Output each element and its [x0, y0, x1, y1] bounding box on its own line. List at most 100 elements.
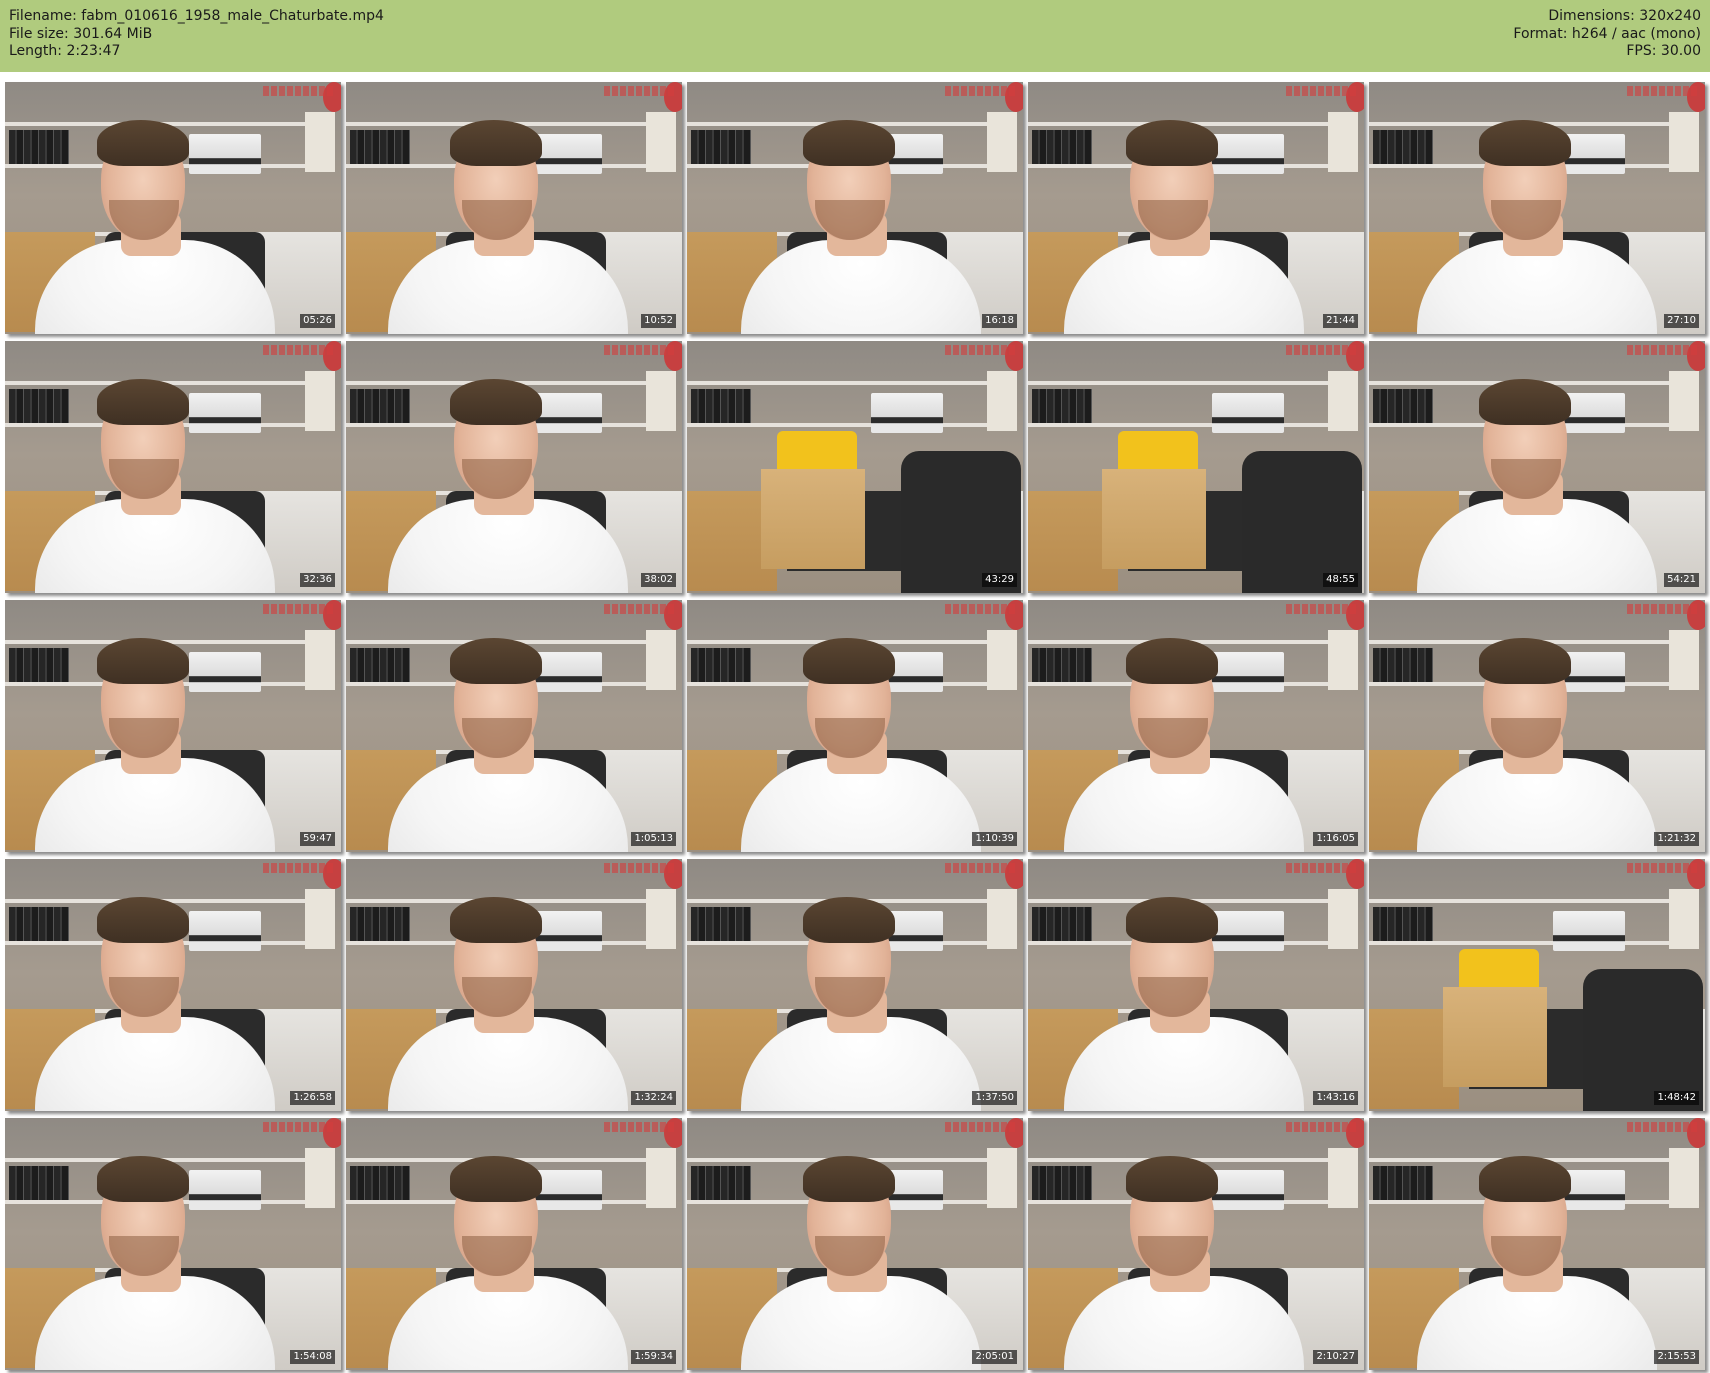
video-thumbnail: 1:16:05 — [1028, 600, 1364, 852]
person-hair — [803, 120, 895, 166]
person-figure — [699, 600, 1023, 852]
video-thumbnail: 2:15:53 — [1369, 1118, 1705, 1370]
timestamp-label: 16:18 — [982, 314, 1017, 328]
format-text: Format: h264 / aac (mono) — [1513, 25, 1701, 42]
person-figure — [1375, 1118, 1705, 1370]
timestamp-label: 1:10:39 — [972, 832, 1017, 846]
person-hair — [450, 638, 542, 684]
person-figure — [346, 859, 682, 1111]
watermark-logo — [945, 345, 1015, 355]
timestamp-label: 2:05:01 — [972, 1350, 1017, 1364]
file-info-left: Filename: fabm_010616_1958_male_Chaturba… — [9, 8, 384, 61]
person-figure — [1375, 82, 1705, 334]
watermark-logo — [263, 863, 333, 873]
timestamp-label: 59:47 — [300, 832, 335, 846]
watermark-logo — [1286, 86, 1356, 96]
filesize-text: File size: 301.64 MiB — [9, 25, 153, 42]
timestamp-label: 21:44 — [1323, 314, 1358, 328]
timestamp-label: 1:16:05 — [1313, 832, 1358, 846]
person-figure — [1028, 1118, 1358, 1370]
person-hair — [1126, 638, 1218, 684]
scene-poster — [1328, 371, 1358, 431]
person-figure — [1375, 600, 1705, 852]
person-hair — [803, 897, 895, 943]
scene-bigchair — [1583, 969, 1703, 1111]
scene-hpbox — [761, 469, 865, 569]
video-thumbnail: 38:02 — [346, 341, 682, 593]
timestamp-label: 32:36 — [300, 573, 335, 587]
person-hair — [450, 120, 542, 166]
watermark-logo — [945, 1122, 1015, 1132]
scene-binders — [1032, 389, 1092, 423]
person-figure — [1028, 600, 1358, 852]
watermark-logo — [604, 1122, 674, 1132]
scene-binders — [1373, 907, 1433, 941]
timestamp-label: 1:26:58 — [290, 1091, 335, 1105]
video-thumbnail: 1:54:08 — [5, 1118, 341, 1370]
scene-poster — [987, 371, 1017, 431]
timestamp-label: 1:05:13 — [631, 832, 676, 846]
watermark-logo — [604, 86, 674, 96]
person-figure — [1028, 859, 1358, 1111]
length-text: Length: 2:23:47 — [9, 43, 121, 59]
video-thumbnail: 48:55 — [1028, 341, 1364, 593]
person-hair — [1126, 1156, 1218, 1202]
scene-poster — [1669, 889, 1699, 949]
person-figure — [346, 82, 682, 334]
watermark-logo — [1286, 1122, 1356, 1132]
watermark-logo — [1627, 604, 1697, 614]
scene-hpbox — [1443, 987, 1547, 1087]
video-thumbnail: 1:05:13 — [346, 600, 682, 852]
video-thumbnail: 43:29 — [687, 341, 1023, 593]
person-hair — [1126, 120, 1218, 166]
scene-printer — [1553, 911, 1625, 951]
person-figure — [699, 82, 1023, 334]
timestamp-label: 1:43:16 — [1313, 1091, 1358, 1105]
person-hair — [97, 638, 189, 684]
timestamp-label: 48:55 — [1323, 573, 1358, 587]
person-figure — [699, 859, 1023, 1111]
video-thumbnail: 1:32:24 — [346, 859, 682, 1111]
scene-printer — [871, 393, 943, 433]
watermark-logo — [604, 345, 674, 355]
watermark-logo — [263, 86, 333, 96]
timestamp-label: 10:52 — [641, 314, 676, 328]
watermark-logo — [1627, 86, 1697, 96]
video-thumbnail: 05:26 — [5, 82, 341, 334]
person-hair — [450, 379, 542, 425]
scene-binders — [691, 389, 751, 423]
watermark-logo — [945, 863, 1015, 873]
person-hair — [803, 638, 895, 684]
watermark-logo — [1286, 863, 1356, 873]
person-hair — [1126, 897, 1218, 943]
person-hair — [450, 1156, 542, 1202]
scene-hpbox — [1102, 469, 1206, 569]
watermark-logo — [1286, 604, 1356, 614]
watermark-logo — [263, 345, 333, 355]
person-figure — [346, 1118, 682, 1370]
timestamp-label: 1:32:24 — [631, 1091, 676, 1105]
dimensions-text: Dimensions: 320x240 — [1548, 8, 1701, 24]
person-hair — [97, 1156, 189, 1202]
watermark-logo — [263, 1122, 333, 1132]
person-figure — [5, 341, 329, 593]
timestamp-label: 38:02 — [641, 573, 676, 587]
video-thumbnail: 21:44 — [1028, 82, 1364, 334]
person-hair — [450, 897, 542, 943]
person-figure — [1028, 82, 1358, 334]
scene-bigchair — [1242, 451, 1362, 593]
watermark-logo — [945, 86, 1015, 96]
timestamp-label: 2:10:27 — [1313, 1350, 1358, 1364]
person-figure — [5, 600, 329, 852]
video-thumbnail: 16:18 — [687, 82, 1023, 334]
video-thumbnail: 1:26:58 — [5, 859, 341, 1111]
timestamp-label: 54:21 — [1664, 573, 1699, 587]
video-thumbnail: 1:48:42 — [1369, 859, 1705, 1111]
video-thumbnail: 1:21:32 — [1369, 600, 1705, 852]
person-figure — [1375, 341, 1705, 593]
person-figure — [346, 600, 682, 852]
fps-text: FPS: 30.00 — [1626, 43, 1701, 59]
video-thumbnail: 59:47 — [5, 600, 341, 852]
video-thumbnail: 2:10:27 — [1028, 1118, 1364, 1370]
timestamp-label: 1:59:34 — [631, 1350, 676, 1364]
